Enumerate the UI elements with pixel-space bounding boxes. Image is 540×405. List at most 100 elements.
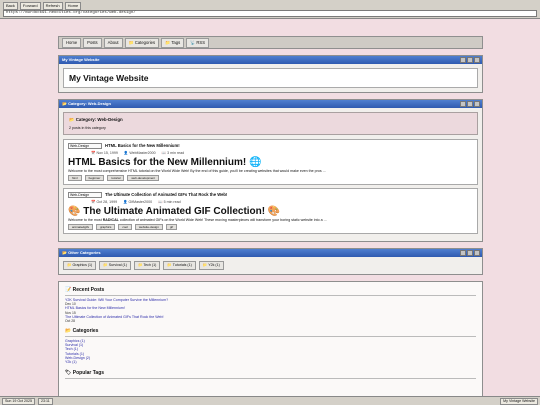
menu-home[interactable]: Home bbox=[62, 37, 82, 48]
site-title[interactable]: My Vintage Website bbox=[69, 73, 472, 83]
categories-title: Categories bbox=[72, 327, 99, 334]
sidebar-widgets: 📝 Recent Posts Y2K Survival Guide: Will … bbox=[58, 281, 483, 401]
tag-button[interactable]: gif bbox=[165, 224, 178, 230]
close-button[interactable] bbox=[474, 57, 480, 63]
post-thumbnail[interactable]: Web-Design bbox=[68, 192, 102, 198]
excerpt-bold: RADICAL bbox=[102, 218, 119, 222]
other-categories-titlebar: 📂 Other Categories bbox=[59, 249, 482, 257]
refresh-button[interactable]: Refresh bbox=[42, 2, 63, 10]
post-title[interactable]: 🎨 The Ultimate Animated GIF Collection! … bbox=[68, 206, 473, 217]
menu-categories[interactable]: 📁 Categories bbox=[124, 37, 160, 48]
site-window: My Vintage Website My Vintage Website bbox=[58, 55, 483, 93]
menu-about-label: About bbox=[107, 39, 119, 45]
rss-icon: 📡 bbox=[190, 39, 196, 45]
browser-toolbar: Back Forward Refresh Home https://murdoc… bbox=[0, 0, 540, 19]
category-button[interactable]: 📁 Y2k (1) bbox=[198, 261, 224, 270]
taskbar-date: Sun 19 Oct 2025 bbox=[2, 398, 35, 405]
window-controls bbox=[460, 250, 480, 256]
site-window-body: My Vintage Website bbox=[59, 64, 482, 92]
folder-icon: 📂 bbox=[62, 250, 67, 255]
back-button[interactable]: Back bbox=[3, 2, 18, 10]
category-button-label: Tech (1) bbox=[143, 263, 157, 267]
book-icon: 📖 bbox=[161, 151, 167, 155]
minimize-button[interactable] bbox=[460, 101, 466, 107]
user-icon: 👤 bbox=[123, 151, 129, 155]
post-excerpt: Welcome to the most comprehensive HTML t… bbox=[68, 169, 326, 173]
menu-posts-label: Posts bbox=[87, 39, 98, 45]
category-button-label: Survival (1) bbox=[108, 263, 127, 267]
post-meta: 📅 Nov 15, 1999 👤 WebMaster2000 📖 3 min r… bbox=[68, 151, 473, 155]
post-date: 📅 Nov 15, 1999 bbox=[91, 151, 118, 155]
minimize-button[interactable] bbox=[460, 250, 466, 256]
tag-button[interactable]: tutorial bbox=[107, 175, 125, 181]
category-button-label: Graphics (1) bbox=[72, 263, 93, 267]
post-read-value: 3 min read bbox=[167, 151, 185, 155]
menu-rss[interactable]: 📡 RSS bbox=[186, 37, 210, 48]
post-excerpt: Welcome to the most RADICAL collection o… bbox=[68, 218, 473, 222]
close-button[interactable] bbox=[474, 101, 480, 107]
post-thumbnail[interactable]: Web-Design bbox=[68, 143, 102, 149]
taskbar-clock: 23:11 bbox=[38, 398, 53, 405]
popular-tags-title: Popular Tags bbox=[72, 369, 105, 376]
post-title[interactable]: HTML Basics for the New Millennium! 🌐 bbox=[68, 157, 473, 168]
tag-button[interactable]: graphics bbox=[96, 224, 116, 230]
tag-button[interactable]: web-development bbox=[127, 175, 160, 181]
forward-button[interactable]: Forward bbox=[19, 2, 41, 10]
post-link[interactable]: The Ultimate Collection of Animated GIFs… bbox=[105, 192, 227, 197]
close-button[interactable] bbox=[474, 250, 480, 256]
category-button[interactable]: 📁 Survival (1) bbox=[99, 261, 131, 270]
category-button[interactable]: 📁 Graphics (1) bbox=[63, 261, 97, 270]
menu-tags[interactable]: 📁 Tags bbox=[161, 37, 185, 48]
category-button[interactable]: 📁 Tutorials (1) bbox=[163, 261, 196, 270]
tag-button[interactable]: html bbox=[68, 175, 82, 181]
popular-tags-header: 🏷 Popular Tags bbox=[65, 370, 476, 379]
menu-about[interactable]: About bbox=[103, 37, 123, 48]
tag-button[interactable]: animatedgifs bbox=[68, 224, 94, 230]
post-author: 👤 GifMaster2000 bbox=[123, 200, 152, 204]
post-head: Web-Design The Ultimate Collection of An… bbox=[68, 192, 473, 198]
page-content: Home Posts About 📁 Categories 📁 Tags 📡 RSS … bbox=[58, 36, 483, 401]
calendar-icon: 📅 bbox=[91, 151, 96, 155]
post-date-value: Oct 28, 1999 bbox=[96, 200, 118, 204]
category-buttons: 📁 Graphics (1) 📁 Survival (1) 📁 Tech (1)… bbox=[63, 261, 478, 270]
tag-button[interactable]: beginner bbox=[84, 175, 105, 181]
folder-icon: 📂 bbox=[65, 327, 72, 334]
site-window-titlebar: My Vintage Website bbox=[59, 56, 482, 64]
category-window-title: Category: Web-Design bbox=[68, 101, 111, 106]
category-post-count: 2 posts in this category bbox=[69, 126, 106, 130]
post-head: Web-Design HTML Basics for the New Mille… bbox=[68, 143, 473, 149]
url-input[interactable]: https://murdock91.neocities.org/categori… bbox=[3, 10, 537, 17]
taskbar-app-button[interactable]: My Vintage Website bbox=[500, 398, 538, 405]
category-header: 📂 Category: Web-Design bbox=[69, 117, 472, 123]
book-icon: 📖 bbox=[158, 200, 163, 204]
other-categories-body: 📁 Graphics (1) 📁 Survival (1) 📁 Tech (1)… bbox=[59, 257, 482, 274]
post-author: 👤 WebMaster2000 bbox=[124, 151, 156, 155]
excerpt-part: collection of animated GIFs on the World… bbox=[118, 218, 327, 222]
folder-icon: 📁 bbox=[67, 263, 72, 267]
tag-button[interactable]: website-design bbox=[134, 224, 163, 230]
menu-categories-label: Categories bbox=[134, 39, 156, 45]
category-button[interactable]: 📁 Tech (1) bbox=[133, 261, 161, 270]
other-categories-title: Other Categories bbox=[68, 250, 101, 255]
post-read-value: 5 min read bbox=[163, 200, 181, 204]
tag-button[interactable]: cool bbox=[118, 224, 132, 230]
post-read-time: 📖 3 min read bbox=[162, 151, 184, 155]
menu-home-label: Home bbox=[66, 39, 78, 45]
menu-posts[interactable]: Posts bbox=[83, 37, 102, 48]
post-link[interactable]: HTML Basics for the New Millennium! bbox=[105, 143, 180, 148]
folder-icon: 📁 bbox=[137, 263, 143, 267]
minimize-button[interactable] bbox=[460, 57, 466, 63]
folder-icon: 📂 bbox=[62, 101, 67, 106]
pencil-icon: 📝 bbox=[65, 287, 72, 293]
maximize-button[interactable] bbox=[467, 250, 473, 256]
home-button[interactable]: Home bbox=[64, 2, 82, 10]
category-header-label: Category: Web-Design bbox=[75, 117, 123, 122]
post-meta: 📅 Oct 28, 1999 👤 GifMaster2000 📖 5 min r… bbox=[68, 200, 473, 204]
category-window-titlebar: 📂 Category: Web-Design bbox=[59, 100, 482, 108]
maximize-button[interactable] bbox=[467, 57, 473, 63]
menu-tags-label: Tags bbox=[171, 39, 181, 45]
menu-rss-label: RSS bbox=[196, 39, 206, 45]
maximize-button[interactable] bbox=[467, 101, 473, 107]
post-date-value: Nov 15, 1999 bbox=[96, 151, 118, 155]
post-date: 📅 Oct 28, 1999 bbox=[91, 200, 117, 204]
